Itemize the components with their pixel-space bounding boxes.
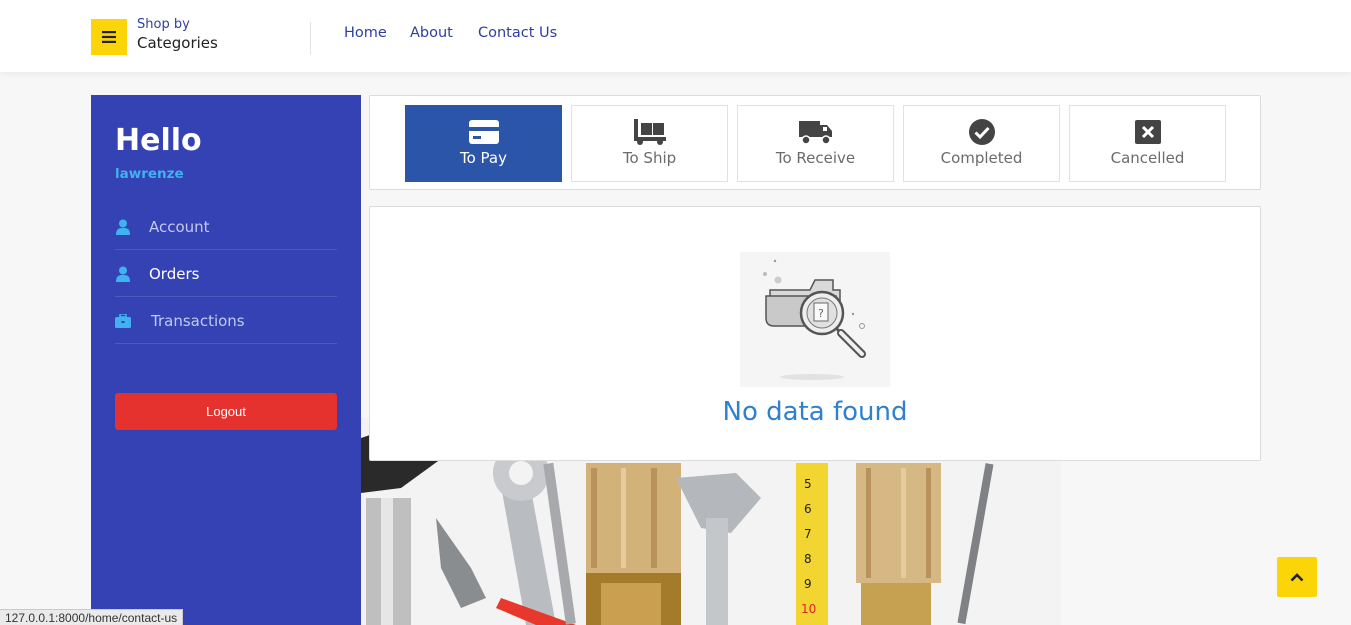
header-divider [310,22,311,54]
tab-completed[interactable]: Completed [903,105,1060,182]
scroll-to-top-button[interactable] [1277,557,1317,597]
tab-cancelled[interactable]: Cancelled [1069,105,1226,182]
svg-text:7: 7 [804,527,812,541]
empty-state-illustration: ? [740,252,890,387]
svg-text:9: 9 [804,577,812,591]
nav-link-home[interactable]: Home [344,25,387,41]
categories-menu-button[interactable] [91,19,127,55]
svg-text:6: 6 [804,502,812,516]
orders-content-panel: ? No data found [369,206,1261,461]
dolly-icon [633,119,666,145]
greeting-heading: Hello [115,123,202,158]
top-header: Shop by Categories Home About Contact Us [0,0,1351,72]
briefcase-icon [115,313,131,329]
order-status-tabs: To Pay To Ship To Receive Completed Canc… [369,95,1261,190]
tab-to-pay[interactable]: To Pay [405,105,562,182]
no-data-message: No data found [722,397,908,427]
nav-link-about[interactable]: About [410,25,453,41]
sidebar-item-label: Transactions [151,311,245,330]
user-icon [115,219,131,235]
logout-button[interactable]: Logout [115,393,337,430]
username-label: lawrenze [115,166,184,182]
svg-text:8: 8 [804,552,812,566]
tab-to-ship[interactable]: To Ship [571,105,728,182]
categories-label[interactable]: Categories [137,34,218,52]
check-circle-icon [968,119,995,145]
credit-card-icon [468,119,499,145]
x-square-icon [1134,119,1161,145]
chevron-up-icon [1290,573,1304,582]
tab-label: To Receive [775,149,856,167]
svg-text:?: ? [818,307,824,320]
truck-icon [798,119,833,145]
tab-label: To Pay [460,149,507,167]
tab-label: Cancelled [1110,149,1185,167]
nav-link-contact-us[interactable]: Contact Us [478,25,557,41]
sidebar-item-label: Orders [149,264,200,283]
status-url-bar: 127.0.0.1:8000/home/contact-us [0,609,184,625]
sidebar-item-label: Account [149,217,210,236]
tab-label: Completed [940,149,1023,167]
account-sidebar: Hello lawrenze Account Orders Transactio… [91,95,361,625]
tab-label: To Ship [622,149,677,167]
user-icon [115,266,131,282]
sidebar-item-transactions[interactable]: Transactions [115,298,337,344]
shop-by-label[interactable]: Shop by [137,17,190,32]
svg-text:5: 5 [804,477,812,491]
hamburger-icon [102,31,116,43]
tab-to-receive[interactable]: To Receive [737,105,894,182]
svg-text:10: 10 [801,602,816,616]
sidebar-item-orders[interactable]: Orders [115,251,337,297]
sidebar-item-account[interactable]: Account [115,204,337,250]
